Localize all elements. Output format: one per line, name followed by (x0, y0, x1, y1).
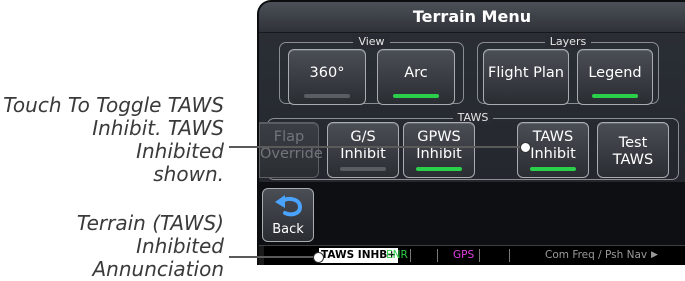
annunciation-callout: Terrain (TAWS) Inhibited Annunciation (0, 212, 224, 281)
divider (479, 249, 480, 262)
indicator-on (416, 167, 462, 171)
button-label-line1: Flap (273, 129, 305, 145)
divider (410, 249, 411, 262)
callout-line: Inhibited Annunciation (92, 234, 224, 281)
com-freq-hint: Com Freq / Psh Nav (545, 249, 648, 261)
annunciation-text: TAWS INHB (321, 249, 388, 261)
layers-group-label: Layers (544, 35, 592, 48)
divider (509, 249, 510, 262)
annunciation-leader-line (229, 256, 318, 258)
menu-title: Terrain Menu (259, 2, 685, 33)
indicator-off (304, 94, 350, 98)
back-label: Back (272, 222, 304, 237)
taws-inhibit-callout: Touch To Toggle TAWS Inhibit. TAWS Inhib… (0, 94, 224, 186)
device-bezel: Terrain Menu View Layers TAWS 360° Arc F (257, 0, 685, 265)
button-label: Legend (588, 65, 642, 81)
button-label-line1: Test (618, 135, 648, 151)
indicator-on (592, 94, 638, 98)
indicator-on (393, 94, 439, 98)
button-label-line1: GPWS (417, 129, 461, 145)
view-group-label: View (353, 35, 390, 48)
button-label-line2: TAWS (612, 152, 654, 168)
divider (437, 249, 438, 262)
gpws-inhibit-button[interactable]: GPWS Inhibit (403, 122, 475, 178)
gs-inhibit-button[interactable]: G/S Inhibit (327, 122, 399, 178)
callout-line: Inhibit. TAWS Inhibited (92, 116, 224, 163)
button-label-line2: Inhibit (416, 146, 462, 162)
touchscreen: Terrain Menu View Layers TAWS 360° Arc F (259, 2, 685, 265)
indicator-on (530, 167, 576, 171)
taws-inhibit-leader-line (229, 146, 525, 148)
indicator-off (340, 167, 386, 171)
annunciation-leader-dot (313, 252, 324, 263)
back-arrow-icon (275, 195, 303, 217)
callout-line: Terrain (TAWS) (76, 211, 224, 235)
button-label-line1: G/S (350, 129, 376, 145)
terrain-menu-panel: Terrain Menu View Layers TAWS 360° Arc F (259, 2, 685, 182)
legend-button[interactable]: Legend (577, 49, 653, 105)
button-label: Arc (404, 65, 428, 81)
button-label-line2: Inhibit (340, 146, 386, 162)
right-triangle-icon: ▶ (651, 250, 658, 260)
button-label: 360° (309, 65, 345, 81)
taws-inhibit-leader-dot (520, 142, 531, 153)
callout-line: shown. (153, 162, 224, 186)
back-button[interactable]: Back (262, 188, 314, 242)
button-label-line2: Override (260, 146, 323, 162)
flight-phase: ENR (386, 249, 408, 261)
view-360-button[interactable]: 360° (288, 49, 366, 105)
nav-source: GPS (453, 249, 475, 261)
button-label: Flight Plan (488, 65, 564, 81)
test-taws-button[interactable]: Test TAWS (597, 122, 669, 178)
flap-override-button[interactable]: Flap Override (259, 122, 323, 178)
flight-plan-button[interactable]: Flight Plan (483, 49, 569, 105)
callout-line: Touch To Toggle TAWS (3, 93, 224, 117)
view-arc-button[interactable]: Arc (377, 49, 455, 105)
